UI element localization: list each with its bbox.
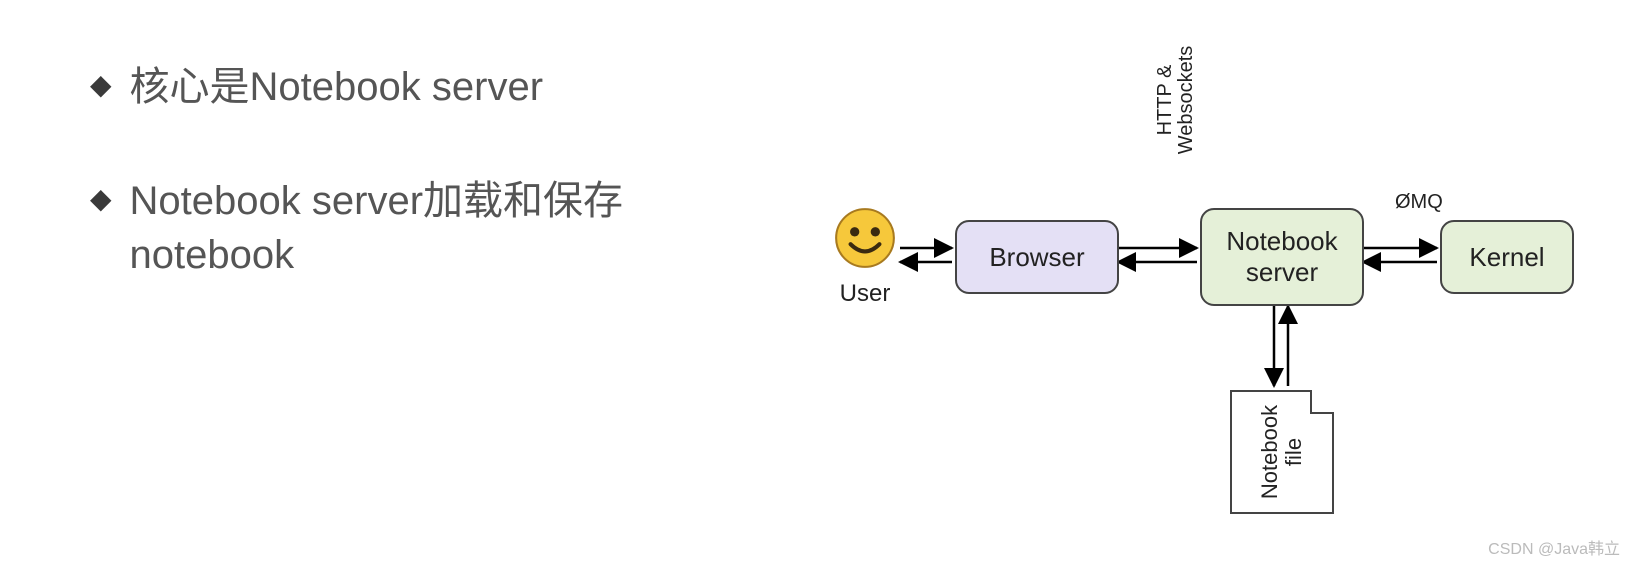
notebook-file-node: Notebook file	[1230, 390, 1334, 514]
slide: ◆ 核心是Notebook server ◆ Notebook server加载…	[0, 0, 1638, 569]
kernel-node: Kernel	[1440, 220, 1574, 294]
user-node: User	[825, 205, 905, 308]
user-label: User	[825, 280, 905, 308]
smiley-icon	[832, 205, 898, 271]
kernel-label: Kernel	[1469, 242, 1544, 273]
bullet-text: 核心是Notebook server	[130, 60, 543, 114]
bullet-list: ◆ 核心是Notebook server ◆ Notebook server加载…	[90, 60, 750, 342]
browser-label: Browser	[989, 242, 1084, 273]
notebook-file-label: Notebook file	[1258, 405, 1306, 499]
edge-label-0mq: ØMQ	[1395, 192, 1443, 213]
browser-node: Browser	[955, 220, 1119, 294]
bullet-diamond-icon: ◆	[90, 60, 112, 110]
edge-label-http: HTTP & Websockets	[1155, 40, 1197, 160]
diagram-arrows	[800, 120, 1560, 520]
bullet-diamond-icon: ◆	[90, 174, 112, 224]
architecture-diagram: User Browser Notebook server Kernel Note…	[800, 120, 1560, 520]
bullet-item: ◆ 核心是Notebook server	[90, 60, 750, 114]
notebook-server-label: Notebook server	[1226, 226, 1337, 288]
notebook-server-node: Notebook server	[1200, 208, 1364, 306]
bullet-item: ◆ Notebook server加载和保存notebook	[90, 174, 750, 282]
bullet-text: Notebook server加载和保存notebook	[130, 174, 750, 282]
watermark: CSDN @Java韩立	[1488, 535, 1620, 559]
